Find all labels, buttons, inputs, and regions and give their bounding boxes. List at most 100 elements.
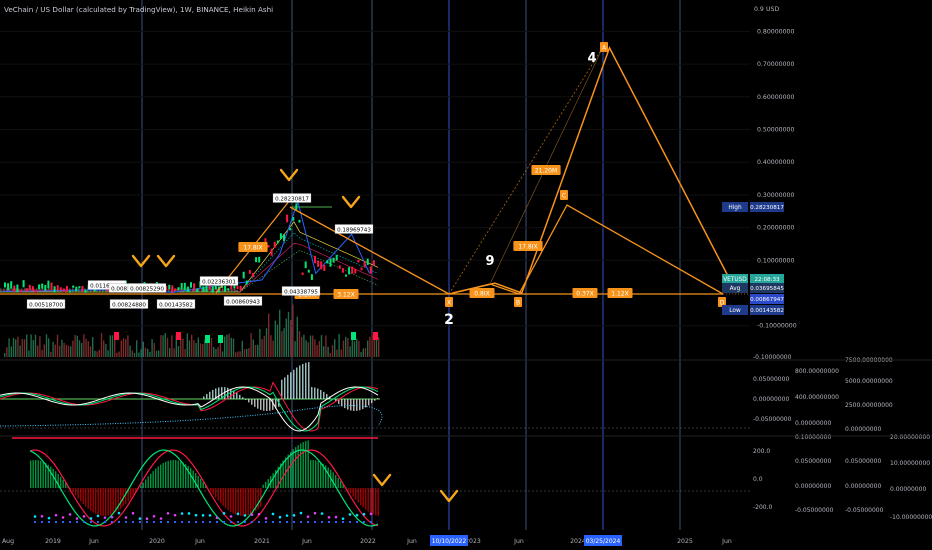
volume-highlight xyxy=(351,332,356,340)
price-badge-label: VETUSD xyxy=(723,277,747,283)
osc2-dot xyxy=(96,514,100,518)
price-axis-tick: 0.10000000 xyxy=(757,257,794,264)
time-axis-highlight-text: 03/25/2024 xyxy=(586,538,621,545)
osc2-hist-bar xyxy=(200,478,202,488)
osc2-hist-bar xyxy=(370,488,372,514)
volume-bar xyxy=(43,344,45,357)
volume-bar xyxy=(15,339,17,357)
osc2-hist-bar xyxy=(87,488,89,509)
candle xyxy=(50,282,53,290)
time-axis-label: Aug xyxy=(2,538,14,545)
price-annotation-text: 0.00825290 xyxy=(130,286,164,292)
volume-bar xyxy=(6,347,8,357)
candle xyxy=(258,256,261,263)
osc2-hist-bar xyxy=(362,488,364,508)
volume-bar xyxy=(92,337,94,357)
wave-label: 2 xyxy=(444,312,454,328)
osc2-hist-bar xyxy=(240,488,242,516)
volume-bar xyxy=(83,334,85,357)
volume-bar xyxy=(169,348,171,357)
osc2-square xyxy=(258,521,260,523)
volume-bar xyxy=(129,345,131,357)
osc1-hist-bar xyxy=(353,399,355,411)
price-axis-tick: -0.10000000 xyxy=(757,323,797,330)
osc2-hist-bar xyxy=(165,461,167,488)
osc2-hist-bar xyxy=(262,484,264,488)
osc2-square xyxy=(41,521,43,523)
price-annotation-text: 0.04338795 xyxy=(284,289,318,295)
osc2-dot xyxy=(152,514,156,518)
candle xyxy=(211,286,214,293)
candle xyxy=(41,283,44,289)
candle xyxy=(190,282,192,288)
price-annotation-text: 0.28230817 xyxy=(275,196,309,202)
volume-bar xyxy=(177,345,180,357)
candle xyxy=(69,290,72,293)
osc2-hist-bar xyxy=(147,476,149,488)
volume-bar xyxy=(111,335,114,357)
volume-bar xyxy=(140,349,142,357)
harmonic-pattern[interactable]: 17.8IX2.26X0.8IX17.8IX21.20M3.12X0.37X1.… xyxy=(0,42,738,307)
candle xyxy=(357,259,360,263)
volume-bar xyxy=(276,324,279,357)
point-badge-text: C xyxy=(562,193,566,200)
osc2-hist-bar xyxy=(112,488,114,514)
volume-bar xyxy=(149,351,151,357)
osc2-dot xyxy=(54,513,58,517)
osc1-hist-bar xyxy=(296,367,298,399)
volume-bar xyxy=(76,335,78,357)
ratio-badge-text: 17.8IX xyxy=(243,245,262,252)
osc2-hist-bar xyxy=(297,445,299,488)
osc1-hist-bar xyxy=(260,399,262,410)
osc2-square xyxy=(90,521,92,523)
volume-bar xyxy=(252,339,254,357)
osc2-square xyxy=(181,521,183,523)
candle xyxy=(283,234,285,242)
osc2-hist-bar xyxy=(167,460,169,488)
volume-bar xyxy=(164,333,166,357)
osc2-dot xyxy=(131,511,135,515)
osc2-hist-bar xyxy=(97,488,99,515)
volume-bar xyxy=(279,309,281,357)
chevron-down-icon xyxy=(279,168,299,182)
osc2-square xyxy=(139,521,141,523)
osc1-right-tick: 400.00000000 xyxy=(795,394,839,401)
price-line xyxy=(2,199,370,294)
osc2-hist-bar xyxy=(45,463,47,488)
candle xyxy=(363,261,366,268)
osc2-right3-tick: 20.00000000 xyxy=(890,434,930,441)
osc2-hist-bar xyxy=(312,460,314,488)
volume-bar xyxy=(360,352,362,357)
wave-label: 4 xyxy=(587,51,596,66)
osc2-hist-bar xyxy=(177,460,179,488)
volume-bar xyxy=(17,336,19,357)
osc2-hist-bar xyxy=(292,449,294,488)
osc2-square xyxy=(118,521,120,523)
volume-bar xyxy=(270,335,272,357)
osc2-hist-bar xyxy=(250,488,252,515)
candle xyxy=(177,287,180,291)
osc2-hist-bar xyxy=(80,488,82,502)
trading-chart[interactable]: 17.8IX2.26X0.8IX17.8IX21.20M3.12X0.37X1.… xyxy=(0,0,932,550)
candle xyxy=(360,267,363,271)
osc2-hist-bar xyxy=(245,488,247,516)
time-axis-label: Jun xyxy=(513,538,524,545)
candle xyxy=(224,285,227,292)
osc2-dot xyxy=(257,512,261,516)
osc2-dot xyxy=(124,516,128,519)
osc1-hist-bar xyxy=(350,399,352,411)
osc1-hist-bar xyxy=(212,389,214,399)
osc2-hist-bar xyxy=(372,488,374,515)
osc1-hist-bar xyxy=(203,396,205,399)
osc2-square xyxy=(195,521,197,523)
osc2-square xyxy=(363,521,365,523)
volume-bar xyxy=(226,334,228,357)
osc2-hist-bar xyxy=(152,471,154,488)
osc1-hist-bar xyxy=(317,388,319,399)
osc2-hist-bar xyxy=(142,482,144,488)
osc1-hist-bar xyxy=(314,387,316,399)
osc1-hist-bar xyxy=(326,394,328,399)
volume-bar xyxy=(241,340,243,357)
time-axis-label: 2021 xyxy=(254,538,270,545)
candle xyxy=(292,217,295,221)
